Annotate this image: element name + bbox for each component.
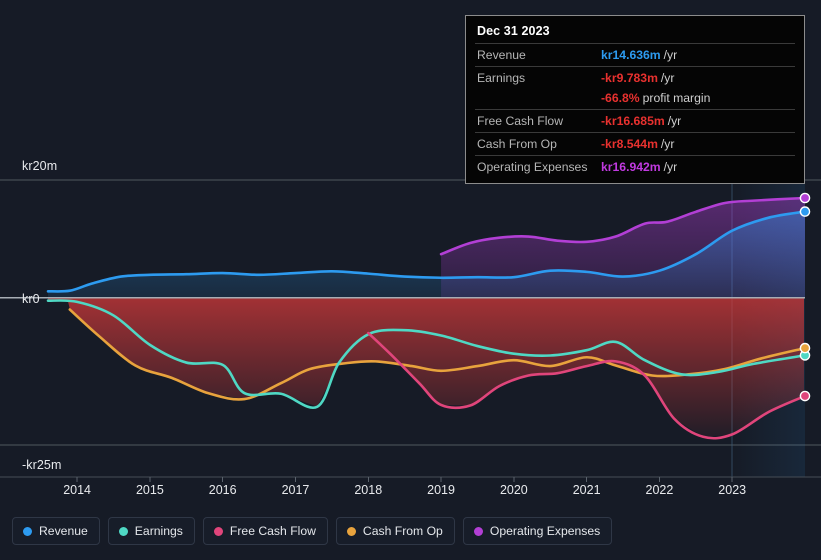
tooltip-row-value: -kr8.544m [601, 137, 658, 151]
legend-color-dot-icon [473, 526, 483, 536]
legend-item-label: Cash From Op [362, 524, 443, 538]
endpoint-marker [799, 206, 811, 217]
tooltip-row: Operating Expenses kr16.942m/yr [475, 155, 795, 178]
tooltip-row-value: -kr16.685m [601, 114, 665, 128]
tooltip-row: Earnings -kr9.783m/yr [475, 66, 795, 89]
legend-color-dot-icon [118, 526, 128, 536]
tooltip-date: Dec 31 2023 [477, 24, 550, 38]
tooltip-row: -66.8% profit margin [475, 89, 795, 109]
tooltip-row-value-group: -66.8% profit margin [601, 89, 710, 107]
series-areas [48, 198, 805, 437]
legend-color-dot-icon [213, 526, 223, 536]
legend-item-label: Revenue [39, 524, 88, 538]
tooltip-row-value-group: kr16.942m/yr [601, 158, 677, 176]
tooltip-row-label: Cash From Op [477, 137, 557, 151]
tooltip-row-value: kr16.942m [601, 160, 661, 174]
legend-color-dot-icon [346, 526, 356, 536]
x-tick-2019: 2019 [427, 483, 455, 497]
legend-item-free-cash-flow[interactable]: Free Cash Flow [202, 517, 328, 545]
x-tick-2023: 2023 [718, 483, 747, 497]
legend-item-earnings[interactable]: Earnings [107, 517, 195, 545]
x-tick-2021: 2021 [572, 483, 601, 497]
y-axis-label-zero: kr0 [22, 292, 40, 306]
tooltip-row-label: Operating Expenses [477, 160, 588, 174]
endpoint-marker [799, 390, 811, 402]
tooltip-row-unit: /yr [660, 71, 675, 85]
tooltip-row: Cash From Op -kr8.544m/yr [475, 132, 795, 155]
financial-chart-panel: kr20m kr0 -kr25m 2014 2015 2016 2017 2018 201… [0, 0, 821, 560]
tooltip-row: Free Cash Flow -kr16.685m/yr [475, 109, 795, 132]
tooltip-rows: Revenue kr14.636m/yr Earnings -kr9.783m/yr -… [475, 43, 795, 178]
legend-item-label: Earnings [134, 524, 183, 538]
chart-legend[interactable]: Revenue Earnings Free Cash Flow Cash From O… [12, 517, 613, 545]
tooltip-row-value-group: -kr9.783m/yr [601, 69, 674, 87]
chart-tooltip: Dec 31 2023 Revenue kr14.636m/yr Earnings -… [465, 15, 805, 184]
tooltip-row-label: Free Cash Flow [477, 114, 564, 128]
tooltip-row-unit: /yr [667, 114, 682, 128]
legend-item-cash-from-op[interactable]: Cash From Op [335, 517, 455, 545]
y-axis-label-bottom: -kr25m [22, 458, 62, 472]
x-tick-2020: 2020 [499, 483, 528, 497]
x-tick-2022: 2022 [645, 483, 674, 497]
tooltip-row-value-group: kr14.636m/yr [601, 46, 677, 64]
tooltip-row-value: -66.8% [601, 91, 640, 105]
tooltip-row-label: Earnings [477, 71, 526, 85]
tooltip-row-unit: profit margin [642, 91, 711, 105]
legend-color-dot-icon [23, 526, 32, 536]
legend-item-label: Free Cash Flow [229, 524, 316, 538]
tooltip-row: Revenue kr14.636m/yr [475, 43, 795, 66]
x-tick-2017: 2017 [281, 483, 310, 497]
tooltip-row-value: -kr9.783m [601, 71, 658, 85]
legend-item-operating-expenses[interactable]: Operating Expenses [462, 517, 613, 545]
tooltip-row-value-group: -kr16.685m/yr [601, 112, 681, 130]
tooltip-row-value-group: -kr8.544m/yr [601, 135, 674, 153]
x-axis [0, 476, 821, 482]
x-tick-2015: 2015 [135, 483, 164, 497]
endpoint-marker [799, 342, 811, 354]
x-tick-2014: 2014 [63, 483, 92, 497]
tooltip-row-value: kr14.636m [601, 48, 661, 62]
y-axis-label-top: kr20m [22, 159, 58, 173]
tooltip-row-unit: /yr [663, 48, 678, 62]
legend-item-revenue[interactable]: Revenue [12, 517, 100, 545]
x-tick-2018: 2018 [354, 483, 383, 497]
tooltip-row-label: Revenue [477, 48, 526, 62]
legend-item-label: Operating Expenses [489, 524, 601, 538]
x-tick-2016: 2016 [208, 483, 237, 497]
tooltip-row-unit: /yr [663, 160, 678, 174]
tooltip-row-unit: /yr [660, 137, 675, 151]
endpoint-marker [799, 192, 811, 204]
